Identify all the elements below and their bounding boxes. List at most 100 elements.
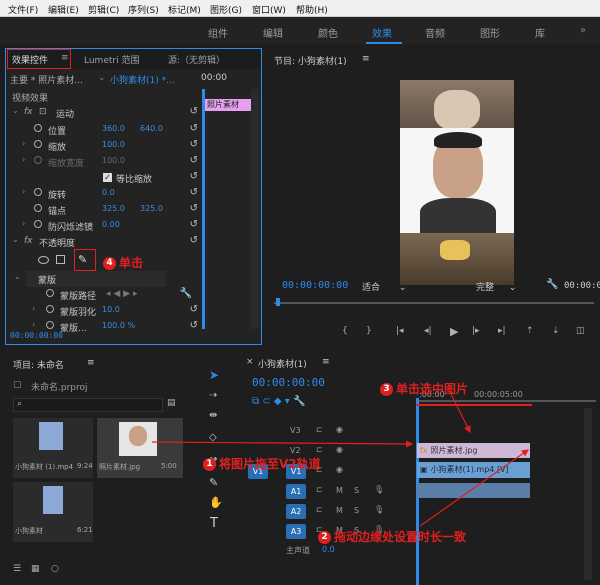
track-select-tool-icon[interactable]: ⇢	[209, 390, 217, 401]
source-clip-label[interactable]: 主要 * 照片素材...	[10, 73, 83, 86]
work-area-bar[interactable]	[416, 404, 532, 406]
anchor-y-value[interactable]: 325.0	[140, 204, 163, 213]
workspace-editing[interactable]: 编辑	[263, 25, 283, 40]
photo-clip[interactable]: fx 照片素材.jpg	[417, 443, 530, 458]
timeline-timecode[interactable]: 00:00:00:00	[252, 376, 325, 389]
mark-in-icon[interactable]: {	[342, 326, 348, 336]
wrench-icon[interactable]: 🔧	[180, 288, 192, 299]
reset-icon[interactable]: ↺	[190, 235, 198, 246]
step-forward-icon[interactable]: |▸	[472, 326, 480, 336]
eye-icon[interactable]: ◉	[336, 425, 343, 434]
program-playhead[interactable]	[276, 298, 280, 306]
reset-icon[interactable]: ↺	[190, 155, 198, 166]
program-video-frame[interactable]	[400, 80, 514, 285]
rectangle-mask-icon[interactable]	[56, 255, 65, 264]
video-clip[interactable]: ▣ 小狗素材(1).mp4 [V]	[417, 462, 530, 478]
expand-arrow-icon[interactable]: ›	[32, 304, 35, 313]
sync-lock-icon[interactable]: ⊏	[316, 505, 323, 514]
timeline-tool-icons[interactable]: ⧉ ⊂ ◆ ▾ 🔧	[252, 396, 305, 407]
antiflicker-value[interactable]: 0.00	[102, 220, 120, 229]
stopwatch-icon[interactable]	[34, 140, 42, 148]
project-title[interactable]: 项目: 未命名	[13, 358, 64, 371]
fit-dropdown[interactable]: 适合 ⌄	[362, 280, 422, 293]
expand-arrow-icon[interactable]: ›	[22, 187, 25, 196]
export-frame-icon[interactable]: ◫	[576, 326, 585, 336]
microphone-icon[interactable]: 🎙	[374, 505, 384, 514]
menu-sequence[interactable]: 序列(S)	[128, 3, 159, 16]
eye-icon[interactable]: ◉	[336, 445, 343, 454]
sync-lock-icon[interactable]: ⊏	[316, 445, 323, 454]
reset-icon[interactable]: ↺	[190, 219, 198, 230]
solo-button[interactable]: S	[354, 486, 359, 495]
transform-box-icon[interactable]: ⊡	[39, 107, 47, 117]
expand-arrow-icon[interactable]: ›	[32, 320, 35, 329]
photo-overlay[interactable]	[400, 128, 514, 233]
expand-arrow-icon[interactable]: ›	[22, 155, 25, 164]
position-x-value[interactable]: 360.0	[102, 124, 125, 133]
expand-arrow-icon[interactable]: ⌄	[14, 272, 21, 281]
project-menu-icon[interactable]: ≡	[87, 358, 95, 368]
reset-icon[interactable]: ↺	[190, 139, 198, 150]
ec-scrollbar[interactable]	[251, 89, 259, 329]
chevron-down-icon[interactable]: ⌄	[98, 73, 106, 83]
stopwatch-icon[interactable]	[34, 220, 42, 228]
selection-tool-icon[interactable]: ➤	[209, 368, 219, 382]
wrench-icon[interactable]: 🔧	[546, 279, 558, 290]
mark-out-icon[interactable]: }	[366, 326, 372, 336]
workspace-graphics[interactable]: 图形	[480, 25, 500, 40]
stopwatch-icon[interactable]	[46, 289, 54, 297]
expand-arrow-icon[interactable]: ⌄	[12, 235, 19, 244]
lift-icon[interactable]: ⇡	[526, 326, 534, 336]
microphone-icon[interactable]: 🎙	[374, 485, 384, 494]
effect-motion[interactable]: ⌄ fx ⊡ 运动 ↺	[6, 105, 202, 121]
type-tool-icon[interactable]: T	[210, 516, 218, 531]
new-bin-icon[interactable]: ▤	[167, 398, 176, 408]
mute-button[interactable]: M	[336, 506, 343, 515]
workspace-libraries[interactable]: 库	[535, 25, 545, 40]
ellipse-mask-icon[interactable]	[38, 256, 49, 264]
razor-tool-icon[interactable]: ◇	[209, 432, 217, 443]
mask-item[interactable]: ⌄ 蒙版	[14, 271, 166, 287]
solo-button[interactable]: S	[354, 506, 359, 515]
project-item-sequence[interactable]: 小狗素材 6:21	[13, 482, 93, 542]
track-label[interactable]: A3	[286, 524, 306, 539]
fx-icon[interactable]: fx	[24, 236, 33, 246]
program-time-ruler[interactable]	[274, 302, 594, 304]
expand-arrow-icon[interactable]: ⌄	[12, 106, 19, 115]
reset-icon[interactable]: ↺	[190, 320, 198, 331]
step-back-icon[interactable]: ◂|	[424, 326, 432, 336]
stopwatch-icon[interactable]	[34, 204, 42, 212]
reset-icon[interactable]: ↺	[190, 304, 198, 315]
stopwatch-icon[interactable]	[46, 305, 54, 313]
hand-tool-icon[interactable]: ✋	[209, 496, 223, 509]
timeline-title[interactable]: 小狗素材(1)	[258, 357, 307, 370]
anchor-x-value[interactable]: 325.0	[102, 204, 125, 213]
timeline-scrollbar[interactable]	[584, 408, 592, 580]
extract-icon[interactable]: ⇣	[552, 326, 560, 336]
play-icon[interactable]: ▶	[450, 325, 458, 338]
position-y-value[interactable]: 640.0	[140, 124, 163, 133]
stopwatch-icon[interactable]	[34, 124, 42, 132]
master-volume-value[interactable]: 0.0	[322, 545, 335, 554]
track-label[interactable]: A2	[286, 504, 306, 519]
timeline-ruler[interactable]	[416, 400, 596, 402]
program-title[interactable]: 节目: 小狗素材(1)	[274, 54, 347, 67]
project-item-dog-video[interactable]: 小狗素材 (1).mp4 9:24	[13, 418, 93, 478]
project-search-input[interactable]	[13, 398, 163, 412]
ec-clip-bar[interactable]: 照片素材	[205, 99, 251, 111]
zoom-slider-icon[interactable]: ○	[51, 564, 59, 574]
mask-opacity-value[interactable]: 100.0 %	[102, 321, 135, 330]
go-to-out-icon[interactable]: ▸|	[498, 326, 506, 336]
workspace-audio[interactable]: 音频	[425, 25, 445, 40]
uniform-scale-checkbox[interactable]: ✓	[103, 173, 112, 182]
reset-icon[interactable]: ↺	[190, 171, 198, 182]
timeline-menu-icon[interactable]: ≡	[322, 357, 330, 367]
mask-feather-value[interactable]: 10.0	[102, 305, 120, 314]
stopwatch-icon[interactable]	[34, 156, 42, 164]
expand-arrow-icon[interactable]: ›	[22, 219, 25, 228]
tab-source[interactable]: 源:（无剪辑）	[168, 53, 225, 66]
sequence-clip-label[interactable]: 小狗素材(1) *...	[110, 73, 175, 86]
effect-opacity[interactable]: ⌄ fx 不透明度 ↺	[6, 234, 202, 250]
menu-graphics[interactable]: 图形(G)	[210, 3, 242, 16]
program-menu-icon[interactable]: ≡	[362, 54, 370, 64]
